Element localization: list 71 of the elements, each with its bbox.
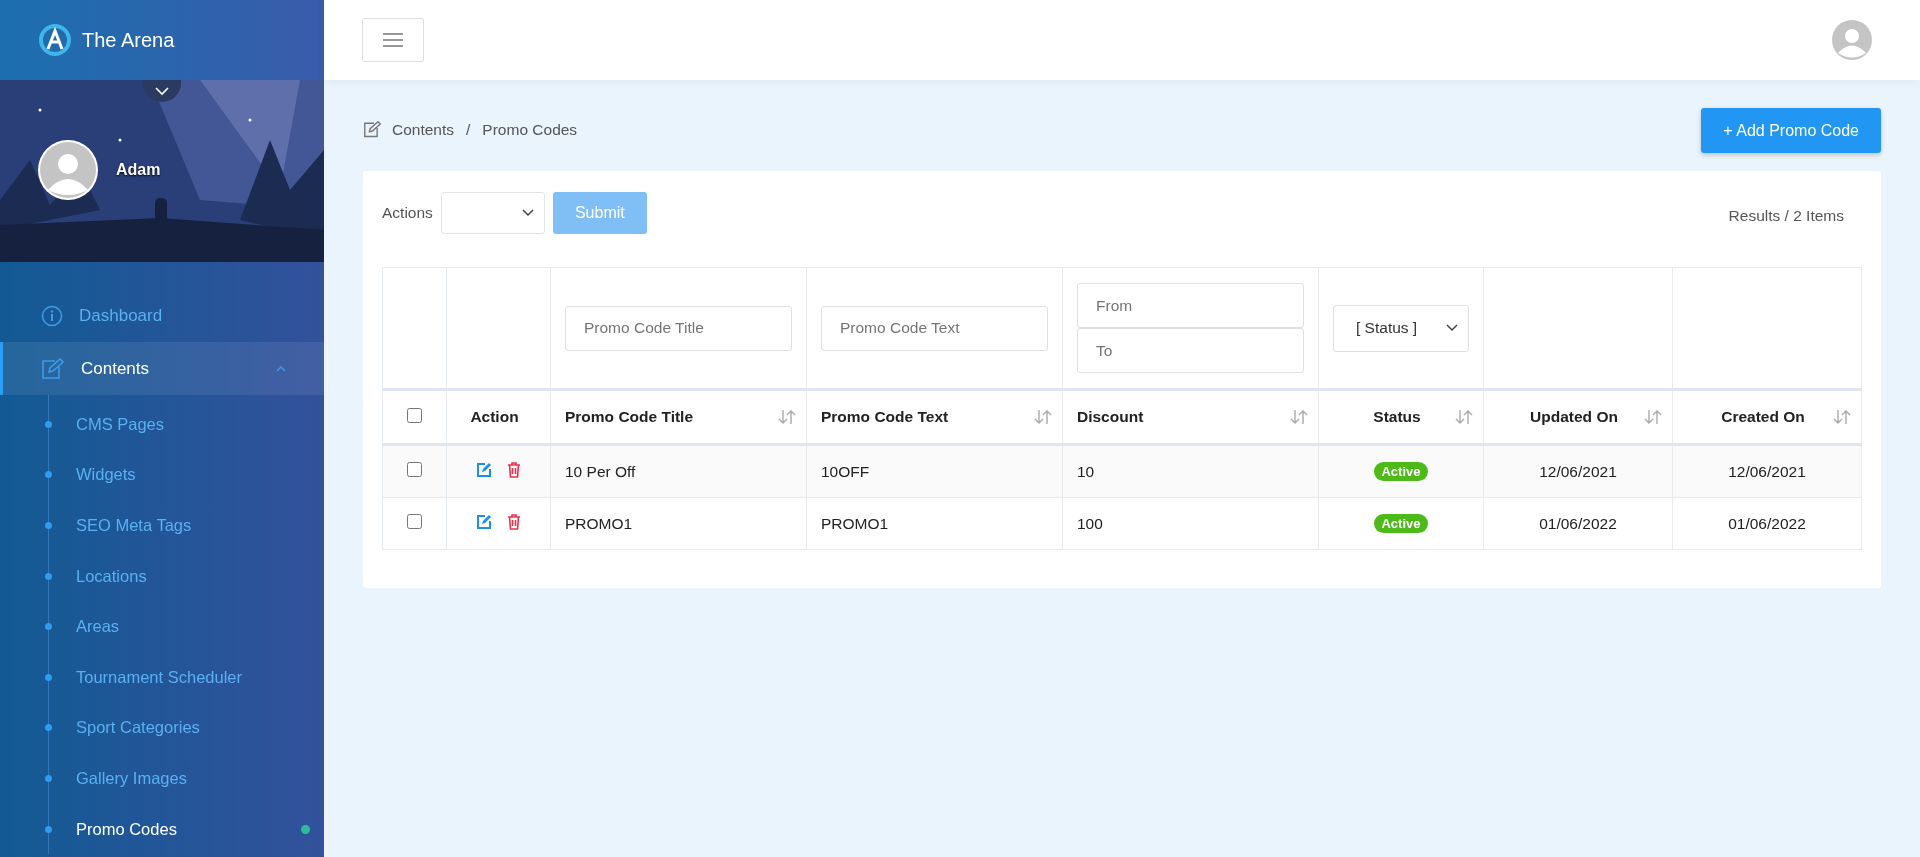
breadcrumb-item[interactable]: Contents	[392, 120, 455, 139]
avatar-icon	[38, 140, 98, 200]
edit-icon	[363, 121, 382, 138]
caret-icon	[276, 365, 286, 372]
from-field[interactable]: From	[1077, 283, 1304, 328]
bullet-icon	[45, 623, 52, 631]
sort-icon[interactable]	[1290, 409, 1308, 425]
actions-label: Actions	[382, 204, 433, 222]
bullet-icon	[45, 673, 52, 681]
breadcrumb-item: Promo Codes	[482, 120, 578, 139]
table-cell: 10 Per Off	[550, 444, 807, 498]
title-filter-field[interactable]: Promo Code Title	[565, 305, 792, 351]
nav-subitem[interactable]: Gallery Images	[49, 753, 324, 804]
nav-subitem[interactable]: CMS Pages	[49, 399, 324, 450]
sort-icon[interactable]	[1644, 409, 1662, 425]
bullet-icon	[45, 572, 52, 580]
table-cell: PROMO1	[550, 497, 807, 550]
to-field[interactable]: To	[1077, 328, 1304, 373]
table-cell: 10	[1062, 444, 1319, 498]
chevron-down-icon	[521, 209, 534, 217]
nav-subitem[interactable]: Widgets	[49, 449, 324, 501]
bullet-icon	[45, 522, 52, 529]
table-cell: 12/06/2021	[1672, 444, 1862, 498]
bullet-icon	[45, 724, 52, 732]
bullet-icon	[45, 825, 52, 833]
table-cell: 10OFF	[806, 444, 1063, 498]
nav-subitem[interactable]: Sport Categories	[49, 702, 324, 754]
table-cell: 12/06/2021	[1483, 444, 1673, 498]
active-dot	[301, 824, 310, 834]
row-checkbox[interactable]	[407, 514, 422, 529]
menu-icon	[383, 33, 403, 47]
user-name: Adam	[116, 161, 161, 179]
chevron-down-icon[interactable]	[143, 80, 181, 102]
status-badge: Active	[1374, 462, 1428, 481]
table-cell: 100	[1062, 497, 1319, 550]
bullet-icon	[45, 774, 52, 782]
edit-icon[interactable]	[476, 461, 493, 478]
nav-subitem[interactable]: Tournament Scheduler	[49, 651, 324, 703]
status-filter-select[interactable]: [ Status ]	[1333, 304, 1469, 352]
table-cell: PROMO1	[806, 497, 1063, 550]
add-promo-code-button[interactable]: + Add Promo Code	[1701, 108, 1881, 153]
sort-icon[interactable]	[1455, 409, 1473, 425]
sort-icon[interactable]	[1833, 409, 1851, 425]
nav-item[interactable]: Dashboard	[0, 289, 324, 342]
sort-icon[interactable]	[1034, 409, 1052, 425]
nav-subitem[interactable]: Promo Codes	[49, 803, 324, 855]
brand-name: The Arena	[82, 28, 175, 52]
avatar-icon[interactable]	[1832, 20, 1872, 60]
results-count: Results / 2 Items	[1728, 207, 1844, 225]
edit-icon	[41, 357, 65, 380]
text-filter-field[interactable]: Promo Code Text	[821, 305, 1048, 351]
delete-icon[interactable]	[506, 461, 521, 478]
status-badge: Active	[1374, 514, 1428, 533]
bullet-icon	[45, 471, 52, 479]
menu-button[interactable]	[362, 18, 424, 62]
table-cell: 01/06/2022	[1483, 497, 1673, 550]
edit-icon[interactable]	[476, 513, 493, 530]
breadcrumb-separator: /	[466, 120, 471, 139]
delete-icon[interactable]	[506, 513, 521, 530]
sort-icon[interactable]	[778, 409, 796, 425]
nav-item[interactable]: Contents	[0, 342, 324, 395]
table-cell: 01/06/2022	[1672, 497, 1862, 550]
nav-subitem[interactable]: SEO Meta Tags	[49, 500, 324, 551]
info-icon	[41, 304, 63, 327]
row-checkbox[interactable]	[407, 462, 422, 477]
select-all-checkbox[interactable]	[407, 407, 422, 423]
bullet-icon	[45, 420, 52, 428]
nav-subitem[interactable]: Locations	[49, 550, 324, 602]
chevron-down-icon	[1446, 324, 1458, 332]
nav-subitem[interactable]: Areas	[49, 601, 324, 652]
logo-icon	[38, 23, 72, 57]
